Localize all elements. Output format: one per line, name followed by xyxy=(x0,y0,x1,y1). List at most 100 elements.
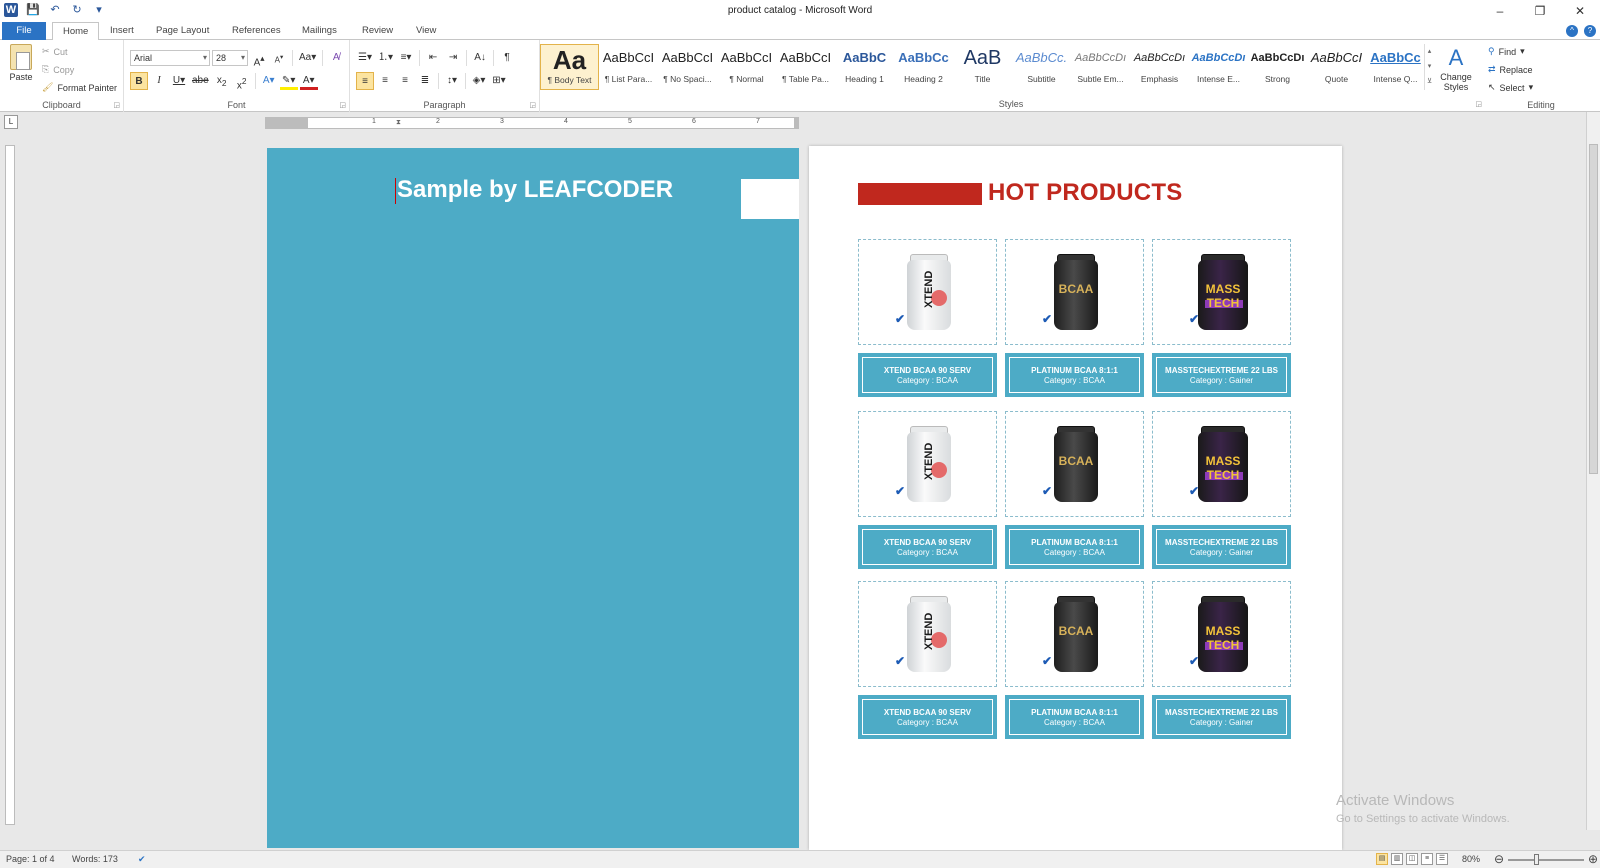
italic-button[interactable]: I xyxy=(150,72,168,90)
style-intense-emphasis[interactable]: AaBbCcDı Intense E... xyxy=(1189,44,1248,90)
product-label[interactable]: PLATINUM BCAA 8:1:1 Category : BCAA xyxy=(1005,353,1144,397)
line-spacing-icon[interactable]: ↕▾ xyxy=(443,72,461,90)
product-image-frame[interactable]: BCAA ✔ xyxy=(1005,239,1144,345)
more-styles-icon[interactable]: ⊻ xyxy=(1425,74,1434,89)
tab-insert[interactable]: Insert xyxy=(100,22,144,40)
styles-dialog-launcher-icon[interactable]: ◲ xyxy=(1475,100,1482,108)
product-image-frame[interactable]: XTEND ✔ xyxy=(858,581,997,687)
outline-icon[interactable]: ≡ xyxy=(1421,853,1433,865)
product-label[interactable]: XTEND BCAA 90 SERV Category : BCAA xyxy=(858,353,997,397)
text-effects-icon[interactable]: A▾ xyxy=(260,72,278,90)
product-label[interactable]: MASSTECHEXTREME 22 LBS Category : Gainer xyxy=(1152,525,1291,569)
multilevel-list-icon[interactable]: ≡▾ xyxy=(397,49,415,67)
copy-button[interactable]: ⎘ Copy xyxy=(42,64,74,75)
increase-indent-icon[interactable]: ⇥ xyxy=(444,49,462,67)
restore-button[interactable]: ❐ xyxy=(1520,0,1560,22)
font-name-combo[interactable]: Arial xyxy=(130,50,210,66)
scroll-down-icon[interactable]: ▾ xyxy=(1425,59,1434,74)
help-icon[interactable]: ? xyxy=(1584,25,1596,37)
change-case-icon[interactable]: Aa▾ xyxy=(297,49,318,67)
page-right[interactable]: HOT PRODUCTS XTEND ✔ XTEND BCAA 90 SERV C… xyxy=(809,146,1342,850)
proofing-icon[interactable]: ✔ xyxy=(138,854,146,865)
full-screen-reading-icon[interactable]: ▥ xyxy=(1391,853,1403,865)
product-image-frame[interactable]: BCAA ✔ xyxy=(1005,581,1144,687)
style-table-paragraph[interactable]: AaBbCcI ¶ Table Pa... xyxy=(776,44,835,90)
underline-button[interactable]: U▾ xyxy=(170,72,188,90)
replace-button[interactable]: ⇄ Replace xyxy=(1488,64,1533,75)
indent-marker-icon[interactable]: ⧗ xyxy=(396,119,401,127)
paragraph-dialog-launcher-icon[interactable]: ◲ xyxy=(529,101,536,109)
minimize-button[interactable]: – xyxy=(1480,0,1520,22)
bullets-icon[interactable]: ☰▾ xyxy=(356,49,374,67)
style-no-spacing[interactable]: AaBbCcI ¶ No Spaci... xyxy=(658,44,717,90)
grow-font-icon[interactable]: A▴ xyxy=(250,49,268,68)
page-count[interactable]: Page: 1 of 4 xyxy=(6,854,55,864)
tab-mailings[interactable]: Mailings xyxy=(292,22,347,40)
style-strong[interactable]: AaBbCcDı Strong xyxy=(1248,44,1307,90)
page-left[interactable]: Sample by LEAFCODER xyxy=(267,148,799,848)
style-subtitle[interactable]: AaBbCc. Subtitle xyxy=(1012,44,1071,90)
tab-selector[interactable]: L xyxy=(4,115,18,129)
tab-references[interactable]: References xyxy=(222,22,291,40)
scrollbar-thumb[interactable] xyxy=(1589,144,1598,474)
hot-products-title[interactable]: HOT PRODUCTS xyxy=(988,179,1182,207)
find-button[interactable]: ⚲ Find ▾ xyxy=(1488,46,1525,57)
product-label[interactable]: MASSTECHEXTREME 22 LBS Category : Gainer xyxy=(1152,353,1291,397)
strikethrough-button[interactable]: abe xyxy=(190,72,211,90)
subscript-button[interactable]: x2 xyxy=(213,72,231,90)
vertical-ruler[interactable] xyxy=(5,145,15,825)
font-color-icon[interactable]: A▾ xyxy=(299,72,318,90)
style-emphasis[interactable]: AaBbCcDı Emphasis xyxy=(1130,44,1189,90)
align-left-icon[interactable]: ≡ xyxy=(356,72,374,90)
zoom-slider[interactable] xyxy=(1508,859,1584,861)
web-layout-icon[interactable]: ◫ xyxy=(1406,853,1418,865)
tab-home[interactable]: Home xyxy=(52,22,100,41)
style-normal[interactable]: AaBbCcI ¶ Normal xyxy=(717,44,776,90)
highlight-icon[interactable]: ✎▾ xyxy=(279,72,298,90)
product-image-frame[interactable]: XTEND ✔ xyxy=(858,239,997,345)
format-painter-button[interactable]: 🖌 Format Painter xyxy=(42,82,117,93)
change-styles-button[interactable]: A Change Styles xyxy=(1436,44,1476,92)
style-subtle-emphasis[interactable]: AaBbCcDı Subtle Em... xyxy=(1071,44,1130,90)
shrink-font-icon[interactable]: A▾ xyxy=(270,49,288,67)
left-page-title[interactable]: Sample by LEAFCODER xyxy=(397,176,673,204)
white-shape[interactable] xyxy=(741,179,799,219)
ribbon-minimize-icon[interactable]: ^ xyxy=(1566,25,1578,37)
justify-icon[interactable]: ≣ xyxy=(416,72,434,90)
styles-scroll[interactable]: ▴ ▾ ⊻ xyxy=(1424,44,1434,90)
align-right-icon[interactable]: ≡ xyxy=(396,72,414,90)
word-count[interactable]: Words: 173 xyxy=(72,854,118,864)
red-header-bar[interactable] xyxy=(858,183,982,205)
style-heading-1[interactable]: AaBbC Heading 1 xyxy=(835,44,894,90)
zoom-out-icon[interactable]: ⊖ xyxy=(1494,852,1504,866)
product-label[interactable]: PLATINUM BCAA 8:1:1 Category : BCAA xyxy=(1005,525,1144,569)
style-quote[interactable]: AaBbCcI Quote xyxy=(1307,44,1366,90)
product-image-frame[interactable]: XTEND ✔ xyxy=(858,411,997,517)
cut-button[interactable]: ✂ Cut xyxy=(42,46,68,57)
product-label[interactable]: MASSTECHEXTREME 22 LBS Category : Gainer xyxy=(1152,695,1291,739)
vertical-scrollbar[interactable] xyxy=(1586,112,1600,830)
close-button[interactable]: ✕ xyxy=(1560,0,1600,22)
style-title[interactable]: AaB Title xyxy=(953,44,1012,90)
tab-page-layout[interactable]: Page Layout xyxy=(146,22,219,40)
style-intense-quote[interactable]: AaBbCc Intense Q... xyxy=(1366,44,1425,90)
product-image-frame[interactable]: MASS TECH ✔ xyxy=(1152,411,1291,517)
draft-icon[interactable]: ☰ xyxy=(1436,853,1448,865)
dialog-launcher-icon[interactable]: ◲ xyxy=(113,101,120,109)
product-image-frame[interactable]: MASS TECH ✔ xyxy=(1152,239,1291,345)
align-center-icon[interactable]: ≡ xyxy=(376,72,394,90)
product-image-frame[interactable]: BCAA ✔ xyxy=(1005,411,1144,517)
product-label[interactable]: PLATINUM BCAA 8:1:1 Category : BCAA xyxy=(1005,695,1144,739)
superscript-button[interactable]: x2 xyxy=(233,72,251,91)
borders-icon[interactable]: ⊞▾ xyxy=(490,72,508,90)
tab-file[interactable]: File xyxy=(2,22,46,40)
font-dialog-launcher-icon[interactable]: ◲ xyxy=(339,101,346,109)
product-label[interactable]: XTEND BCAA 90 SERV Category : BCAA xyxy=(858,525,997,569)
show-paragraph-marks-icon[interactable]: ¶ xyxy=(498,49,516,67)
clear-formatting-icon[interactable]: A̸ xyxy=(327,49,345,67)
zoom-level[interactable]: 80% xyxy=(1462,854,1480,864)
print-layout-icon[interactable]: ▤ xyxy=(1376,853,1388,865)
scroll-up-icon[interactable]: ▴ xyxy=(1425,44,1434,59)
product-label[interactable]: XTEND BCAA 90 SERV Category : BCAA xyxy=(858,695,997,739)
horizontal-ruler[interactable]: 1 2 3 4 5 6 7 ⧗ xyxy=(265,117,799,129)
